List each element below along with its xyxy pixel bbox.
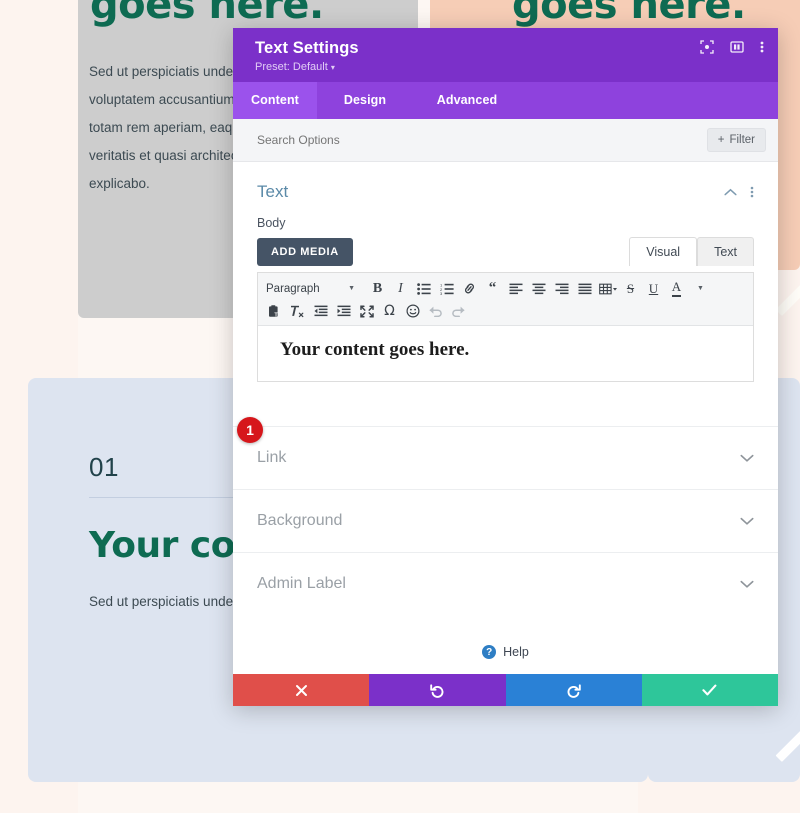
fullscreen-icon[interactable]	[355, 300, 378, 322]
tab-visual[interactable]: Visual	[629, 237, 698, 266]
blockquote-icon[interactable]: “	[481, 278, 504, 300]
modal-footer	[233, 674, 778, 706]
accordion-link-label: Link	[257, 449, 287, 466]
modal-body: Text Body ADD MEDIA Visual Text Paragrap…	[233, 162, 778, 674]
italic-icon[interactable]: I	[389, 278, 412, 300]
paragraph-format-label: Paragraph	[266, 282, 320, 295]
kebab-menu-icon[interactable]	[750, 185, 754, 199]
chevron-down-icon: ▼	[348, 285, 355, 292]
paste-as-text-icon[interactable]: T	[263, 300, 286, 322]
editor-toolbar: Paragraph ▼ B I 123 “ S U A ▼ T Ω	[258, 273, 753, 326]
close-x-icon	[295, 684, 308, 697]
add-media-button[interactable]: ADD MEDIA	[257, 238, 353, 266]
svg-text:3: 3	[440, 291, 443, 295]
text-settings-modal: Text Settings Preset: Default ▾ Content …	[233, 28, 778, 706]
accordion-admin-label-label: Admin Label	[257, 575, 346, 592]
chevron-down-icon	[740, 454, 754, 463]
svg-text:T: T	[274, 312, 278, 318]
focus-frame-icon[interactable]	[700, 40, 714, 54]
paragraph-format-select[interactable]: Paragraph ▼	[262, 279, 360, 299]
text-section-header: Text	[233, 162, 778, 208]
indent-icon[interactable]	[332, 300, 355, 322]
accordion-link[interactable]: Link	[233, 426, 778, 489]
plus-icon: +	[717, 134, 725, 146]
help-row: ? Help	[233, 615, 778, 659]
step-marker-badge: 1	[237, 417, 263, 443]
layout-panel-icon[interactable]	[730, 40, 744, 54]
link-icon[interactable]	[458, 278, 481, 300]
kebab-menu-icon[interactable]	[760, 40, 764, 54]
search-input[interactable]	[257, 133, 707, 147]
help-link[interactable]: Help	[503, 645, 529, 659]
outdent-icon[interactable]	[309, 300, 332, 322]
align-justify-icon[interactable]	[573, 278, 596, 300]
table-icon[interactable]	[596, 278, 619, 300]
redo-button[interactable]	[505, 674, 642, 706]
hero-heading: goes here.	[90, 0, 324, 28]
question-circle-icon: ?	[482, 645, 497, 659]
chevron-down-icon	[740, 517, 754, 526]
accordion-admin-label[interactable]: Admin Label	[233, 552, 778, 615]
tab-text[interactable]: Text	[697, 237, 754, 266]
text-section-controls	[724, 185, 754, 199]
chevron-up-icon[interactable]	[724, 188, 737, 197]
redo-icon[interactable]	[447, 300, 470, 322]
align-center-icon[interactable]	[527, 278, 550, 300]
editor-toolbar-row-2: T Ω	[262, 300, 749, 322]
editor-toolbar-row-1: Paragraph ▼ B I 123 “ S U A ▼	[262, 277, 749, 300]
text-color-icon[interactable]: A	[665, 278, 688, 300]
editor-content-text: Your content goes here.	[280, 339, 470, 360]
preset-selector[interactable]: Preset: Default ▾	[255, 61, 760, 73]
modal-header-icons	[700, 40, 764, 54]
numbered-list-icon[interactable]: 123	[435, 278, 458, 300]
hero-heading-right: goes here.	[512, 0, 746, 28]
strikethrough-icon[interactable]: S	[619, 278, 642, 300]
undo-button[interactable]	[369, 674, 506, 706]
cancel-button[interactable]	[233, 674, 370, 706]
redo-arrow-icon	[566, 683, 581, 698]
undo-arrow-icon	[430, 683, 445, 698]
save-button[interactable]	[641, 674, 778, 706]
editor-mode-tabs: Visual Text	[629, 237, 754, 266]
text-color-dropdown-icon[interactable]: ▼	[688, 278, 711, 300]
editor-top-row: ADD MEDIA Visual Text	[233, 230, 778, 266]
chevron-down-icon	[740, 580, 754, 589]
tab-content[interactable]: Content	[233, 82, 317, 119]
checkmark-icon	[702, 684, 717, 696]
modal-title: Text Settings	[255, 39, 359, 57]
body-field-label: Body	[257, 216, 286, 230]
filter-label: Filter	[729, 134, 755, 146]
filter-button[interactable]: + Filter	[706, 128, 766, 152]
align-right-icon[interactable]	[550, 278, 573, 300]
modal-header: Text Settings Preset: Default ▾	[233, 28, 778, 82]
bold-icon[interactable]: B	[366, 278, 389, 300]
feature-number: 01	[89, 452, 119, 482]
modal-tabs: Content Design Advanced	[233, 82, 778, 119]
editor-content-area[interactable]: Your content goes here.	[258, 326, 753, 381]
align-left-icon[interactable]	[504, 278, 527, 300]
text-section-title: Text	[257, 182, 289, 201]
preset-label: Preset: Default	[255, 61, 328, 73]
wysiwyg-editor: Paragraph ▼ B I 123 “ S U A ▼ T Ω Your c…	[257, 272, 754, 382]
emoji-icon[interactable]	[401, 300, 424, 322]
underline-icon[interactable]: U	[642, 278, 665, 300]
undo-icon[interactable]	[424, 300, 447, 322]
accordion-background[interactable]: Background	[233, 489, 778, 552]
clear-formatting-icon[interactable]	[286, 300, 309, 322]
accordion-background-label: Background	[257, 512, 343, 529]
special-character-icon[interactable]: Ω	[378, 300, 401, 322]
tab-design[interactable]: Design	[317, 82, 413, 119]
search-options-bar: + Filter	[233, 119, 778, 162]
tab-advanced[interactable]: Advanced	[413, 82, 521, 119]
bullet-list-icon[interactable]	[412, 278, 435, 300]
